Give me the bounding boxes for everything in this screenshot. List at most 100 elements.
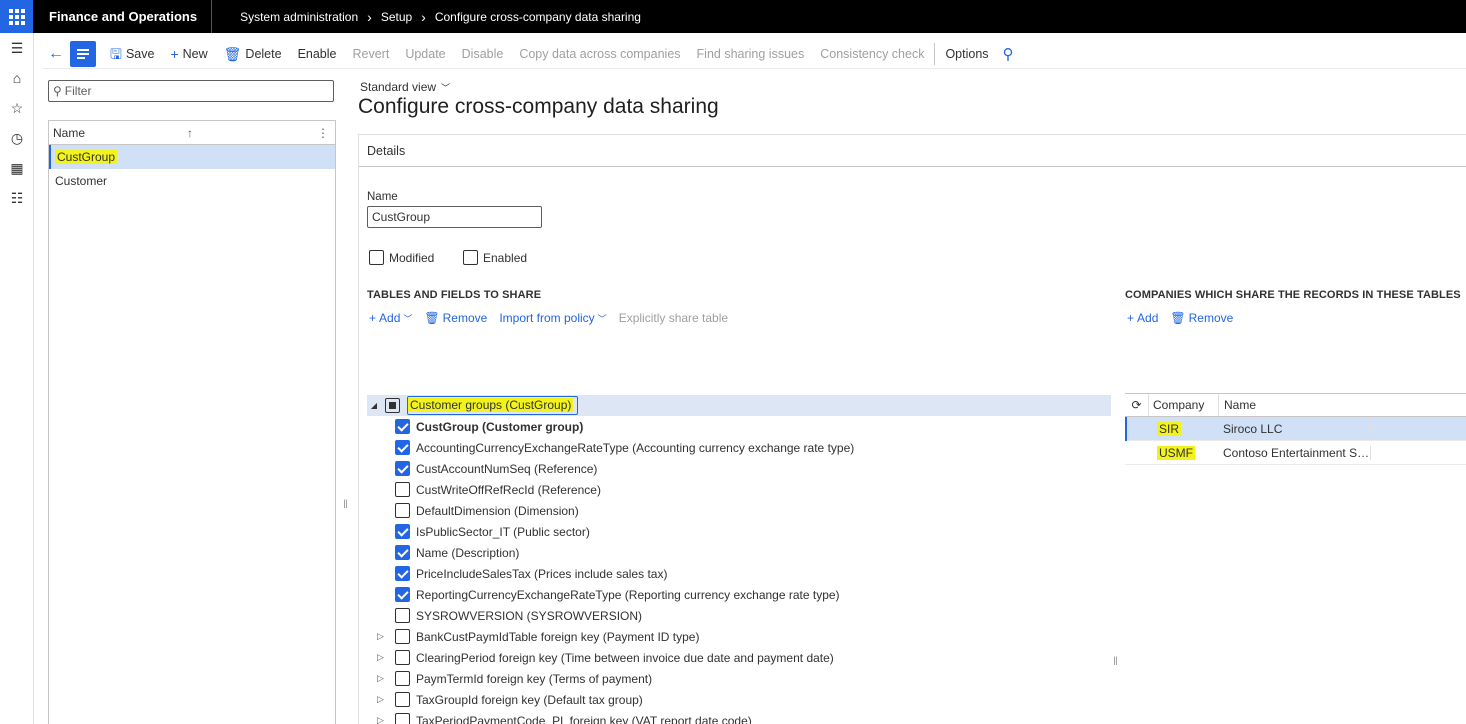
partial-checkbox[interactable] (385, 398, 400, 413)
revert-button[interactable]: Revert (345, 39, 398, 69)
filter-input[interactable]: ⚲ Filter (48, 80, 334, 102)
collapse-triangle-icon[interactable]: ◢ (367, 401, 381, 410)
column-header-company[interactable]: Company (1149, 394, 1219, 416)
options-tab[interactable]: Options (937, 39, 996, 69)
app-launcher-icon[interactable] (0, 0, 33, 33)
field-label: ReportingCurrencyExchangeRateType (Repor… (416, 587, 840, 602)
sort-ascending-icon[interactable]: ↑ (187, 126, 193, 140)
expand-triangle-icon[interactable]: ▷ (377, 652, 384, 663)
field-label: CustAccountNumSeq (Reference) (416, 461, 598, 476)
add-company-button[interactable]: + Add (1127, 311, 1158, 325)
clock-recent-icon[interactable]: ◷ (0, 123, 34, 153)
field-checkbox[interactable] (395, 419, 410, 434)
foreign-key-checkbox[interactable] (395, 650, 410, 665)
tree-root-node[interactable]: ◢ Customer groups (CustGroup) (367, 395, 1111, 416)
update-button[interactable]: Update (397, 39, 453, 69)
star-favorites-icon[interactable]: ☆ (0, 93, 34, 123)
delete-button[interactable]: 🗑 Delete (216, 39, 290, 69)
remove-table-button[interactable]: 🗑 Remove (424, 311, 487, 325)
import-from-policy-button[interactable]: Import from policy ﹀ (499, 311, 606, 325)
foreign-key-checkbox[interactable] (395, 713, 410, 724)
find-sharing-issues-button[interactable]: Find sharing issues (689, 39, 813, 69)
foreign-key-label: TaxPeriodPaymentCode_PL foreign key (VAT… (416, 713, 752, 724)
row-selector[interactable] (1125, 441, 1149, 465)
tree-foreign-key-row[interactable]: ▷ PaymTermId foreign key (Terms of paymen… (367, 668, 1111, 689)
tree-foreign-key-row[interactable]: ▷ ClearingPeriod foreign key (Time betwee… (367, 647, 1111, 668)
section-splitter-handle[interactable]: ‖ (1113, 654, 1118, 668)
enabled-checkbox-group[interactable]: Enabled (463, 250, 527, 265)
tree-field-row[interactable]: DefaultDimension (Dimension) (367, 500, 1111, 521)
expand-triangle-icon[interactable]: ▷ (377, 631, 384, 642)
foreign-key-checkbox[interactable] (395, 692, 410, 707)
tree-field-row[interactable]: PriceIncludeSalesTax (Prices include sal… (367, 563, 1111, 584)
tree-field-row[interactable]: CustAccountNumSeq (Reference) (367, 458, 1111, 479)
tree-foreign-key-row[interactable]: ▷ TaxPeriodPaymentCode_PL foreign key (VA… (367, 710, 1111, 724)
page-options-menu-icon[interactable] (70, 40, 96, 67)
breadcrumb-item-system-administration[interactable]: System administration (240, 10, 358, 24)
search-icon[interactable]: ⚲ (997, 45, 1020, 63)
table-row[interactable]: SIR Siroco LLC (1125, 416, 1466, 441)
field-checkbox[interactable] (395, 545, 410, 560)
back-arrow-icon[interactable]: ← (42, 39, 70, 69)
name-field[interactable]: CustGroup (367, 206, 542, 228)
field-checkbox[interactable] (395, 440, 410, 455)
home-icon[interactable]: ⌂ (0, 63, 34, 93)
hamburger-menu-icon[interactable]: ☰ (0, 33, 34, 63)
expand-triangle-icon[interactable]: ▷ (377, 715, 384, 724)
add-table-button[interactable]: + Add ﹀ (369, 311, 412, 325)
breadcrumb-item-setup[interactable]: Setup (381, 10, 412, 24)
tree-field-row[interactable]: Name (Description) (367, 542, 1111, 563)
field-checkbox[interactable] (395, 503, 410, 518)
expand-triangle-icon[interactable]: ▷ (377, 694, 384, 705)
consistency-check-button[interactable]: Consistency check (812, 39, 932, 69)
field-checkbox[interactable] (395, 482, 410, 497)
workspaces-icon[interactable]: ▦ (0, 153, 34, 183)
tree-foreign-key-row[interactable]: ▷ BankCustPaymIdTable foreign key (Paymen… (367, 626, 1111, 647)
list-pane: ⚲ Filter Name ↑ ⋮ CustGroup Customer (48, 80, 336, 724)
company-cell: SIR (1157, 421, 1182, 436)
disable-button[interactable]: Disable (454, 39, 512, 69)
tree-field-row[interactable]: ReportingCurrencyExchangeRateType (Repor… (367, 584, 1111, 605)
list-item[interactable]: Customer (49, 169, 335, 193)
list-item[interactable]: CustGroup (49, 145, 335, 169)
explicitly-share-table-button[interactable]: Explicitly share table (619, 311, 728, 325)
row-selector[interactable] (1125, 416, 1149, 441)
divider (934, 42, 936, 65)
new-button[interactable]: + New (162, 39, 215, 69)
view-selector[interactable]: Standard view ﹀ (360, 80, 1466, 94)
field-checkbox[interactable] (395, 524, 410, 539)
save-button[interactable]: 🖫 Save (102, 39, 162, 69)
more-options-icon[interactable]: ⋮ (317, 126, 329, 140)
pane-splitter-handle[interactable]: ‖ (343, 497, 348, 511)
tree-field-row[interactable]: IsPublicSector_IT (Public sector) (367, 521, 1111, 542)
copy-data-button[interactable]: Copy data across companies (511, 39, 688, 69)
modified-checkbox-group[interactable]: Modified (369, 250, 434, 265)
foreign-key-checkbox[interactable] (395, 671, 410, 686)
tree-field-row[interactable]: CustWriteOffRefRecId (Reference) (367, 479, 1111, 500)
modified-checkbox[interactable] (369, 250, 384, 265)
modules-list-icon[interactable]: ☷ (0, 183, 34, 213)
column-header-name[interactable]: Name (53, 126, 85, 140)
left-navigation: ☰ ⌂ ☆ ◷ ▦ ☷ (0, 33, 34, 724)
field-checkbox[interactable] (395, 566, 410, 581)
top-bar: Finance and Operations System administra… (0, 0, 1466, 33)
remove-company-button[interactable]: 🗑 Remove (1170, 311, 1233, 325)
details-header[interactable]: Details (359, 135, 1466, 167)
expand-triangle-icon[interactable]: ▷ (377, 673, 384, 684)
field-label: CustWriteOffRefRecId (Reference) (416, 482, 601, 497)
field-checkbox[interactable] (395, 587, 410, 602)
field-checkbox[interactable] (395, 461, 410, 476)
table-row[interactable]: USMF Contoso Entertainment Sy... (1125, 441, 1466, 465)
enable-button[interactable]: Enable (290, 39, 345, 69)
enabled-checkbox[interactable] (463, 250, 478, 265)
field-checkbox[interactable] (395, 608, 410, 623)
tree-foreign-key-row[interactable]: ▷ TaxGroupId foreign key (Default tax gro… (367, 689, 1111, 710)
foreign-key-checkbox[interactable] (395, 629, 410, 644)
refresh-icon[interactable]: ⟳ (1125, 394, 1149, 416)
tree-field-row[interactable]: CustGroup (Customer group) (367, 416, 1111, 437)
tree-field-row[interactable]: AccountingCurrencyExchangeRateType (Acco… (367, 437, 1111, 458)
column-header-name[interactable]: Name (1219, 398, 1256, 412)
app-title[interactable]: Finance and Operations (33, 0, 213, 33)
tree-field-row[interactable]: SYSROWVERSION (SYSROWVERSION) (367, 605, 1111, 626)
filter-placeholder: Filter (64, 84, 92, 98)
